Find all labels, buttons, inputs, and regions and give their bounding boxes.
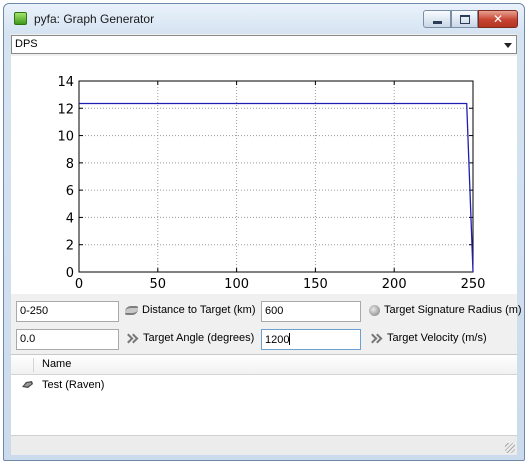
- window-title: pyfa: Graph Generator: [34, 12, 155, 26]
- signature-label-text: Target Signature Radius (m): [384, 304, 522, 316]
- y-tick-label: 8: [66, 157, 74, 172]
- list-item[interactable]: Test (Raven): [11, 377, 517, 395]
- signature-radius-input[interactable]: 600: [261, 301, 361, 322]
- angle-icon: [125, 334, 139, 343]
- title-bar[interactable]: pyfa: Graph Generator ✕: [4, 4, 524, 34]
- text-caret: [289, 333, 291, 345]
- y-tick-label: 14: [57, 75, 74, 90]
- angle-value: 0.0: [20, 333, 36, 345]
- close-icon: ✕: [492, 12, 504, 26]
- fit-name: Test (Raven): [42, 379, 105, 391]
- y-tick-label: 12: [57, 102, 74, 117]
- velocity-value: 1200: [265, 334, 290, 346]
- angle-label-text: Target Angle (degrees): [143, 332, 255, 344]
- x-tick-label: 0: [75, 277, 83, 292]
- plot-frame: [78, 80, 474, 273]
- resize-grip-icon[interactable]: [505, 443, 515, 453]
- maximize-button[interactable]: [451, 10, 478, 28]
- signature-radius-icon: [369, 304, 380, 316]
- y-tick-label: 0: [66, 266, 74, 281]
- angle-param-label: Target Angle (degrees): [125, 332, 254, 344]
- velocity-icon: [369, 334, 383, 343]
- y-tick-label: 6: [66, 184, 74, 199]
- distance-param-label: Distance to Target (km): [125, 304, 256, 316]
- x-tick-label: 150: [303, 277, 328, 292]
- fit-list-header: Name: [11, 355, 517, 375]
- ship-icon: [22, 381, 33, 388]
- header-separator: [33, 358, 34, 372]
- y-tick-label: 4: [66, 211, 74, 226]
- graph-type-select[interactable]: DPS: [11, 35, 517, 54]
- minimize-button[interactable]: [423, 10, 451, 28]
- window-client-area: DPS 0 50 100 150 200 250 0 2 4 6 8 10 12 14 0-250 Dis…: [11, 34, 522, 455]
- distance-range-input[interactable]: 0-250: [16, 301, 119, 322]
- fit-list: Name Test (Raven): [11, 354, 517, 435]
- distance-label-text: Distance to Target (km): [142, 304, 256, 316]
- y-tick-label: 2: [66, 239, 74, 254]
- signature-param-label: Target Signature Radius (m): [369, 304, 522, 316]
- signature-radius-value: 600: [265, 305, 284, 317]
- close-button[interactable]: ✕: [478, 10, 518, 28]
- chevron-down-icon: [504, 43, 512, 48]
- dps-chart: 0 50 100 150 200 250 0 2 4 6 8 10 12 14: [57, 75, 486, 292]
- graph-type-value: DPS: [15, 38, 38, 50]
- x-tick-label: 50: [150, 277, 167, 292]
- status-bar: [11, 435, 517, 455]
- distance-range-value: 0-250: [20, 305, 49, 317]
- x-tick-label: 100: [224, 277, 249, 292]
- column-header-name[interactable]: Name: [42, 358, 71, 370]
- x-tick-label: 200: [382, 277, 407, 292]
- x-tick-label: 250: [461, 277, 486, 292]
- minimize-icon: [432, 20, 442, 24]
- velocity-input[interactable]: 1200: [261, 329, 361, 350]
- dps-series-line: [79, 102, 474, 273]
- angle-input[interactable]: 0.0: [16, 329, 119, 350]
- graph-canvas: 0 50 100 150 200 250 0 2 4 6 8 10 12 14: [11, 56, 517, 294]
- pyfa-app-icon: [14, 12, 27, 25]
- maximize-icon: [459, 14, 470, 24]
- graph-generator-window: pyfa: Graph Generator ✕ DPS 0 50 100 150 200…: [3, 3, 525, 461]
- distance-icon: [125, 305, 138, 315]
- y-tick-label: 10: [57, 130, 74, 145]
- velocity-label-text: Target Velocity (m/s): [387, 332, 487, 344]
- velocity-param-label: Target Velocity (m/s): [369, 332, 487, 344]
